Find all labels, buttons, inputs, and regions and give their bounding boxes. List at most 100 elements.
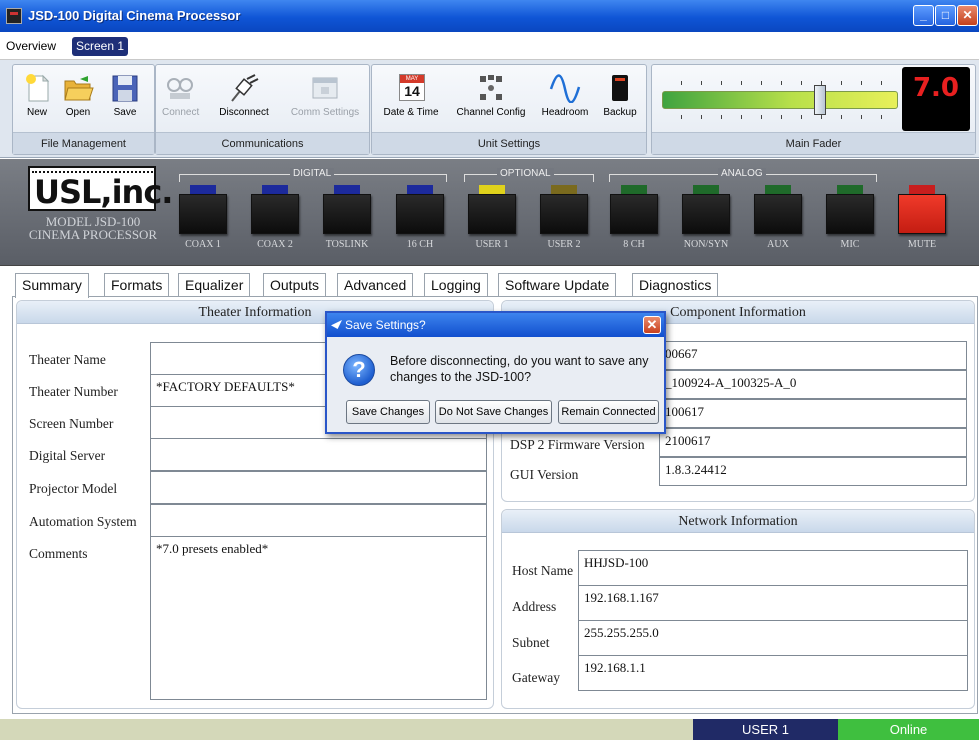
channel-button-coax-2[interactable]: COAX 2: [251, 185, 299, 250]
channel-key[interactable]: [826, 194, 874, 234]
tab-summary[interactable]: Summary: [15, 273, 89, 298]
connect-label: Connect: [162, 107, 200, 118]
tab-equalizer[interactable]: Equalizer: [178, 273, 251, 296]
date-time-button[interactable]: MAY 14 Date & Time: [382, 73, 440, 118]
channel-label: USER 2: [547, 239, 581, 250]
comm-settings-label: Comm Settings: [290, 107, 360, 118]
channel-key[interactable]: [251, 194, 299, 234]
channel-key[interactable]: [898, 194, 946, 234]
close-button[interactable]: ✕: [957, 5, 978, 26]
open-folder-icon: [62, 73, 94, 103]
tab-logging[interactable]: Logging: [424, 273, 488, 296]
comments-field[interactable]: *7.0 presets enabled*: [150, 536, 487, 700]
component-field-3[interactable]: 100617: [659, 399, 967, 428]
channel-panel: USL,inc. MODEL JSD-100 CINEMA PROCESSOR …: [0, 159, 979, 266]
do-not-save-changes-button[interactable]: Do Not Save Changes: [435, 400, 552, 424]
component-field-1[interactable]: 00667: [659, 341, 967, 370]
connection-status: Online: [838, 719, 979, 740]
tab-advanced[interactable]: Advanced: [337, 273, 414, 296]
channel-key[interactable]: [610, 194, 658, 234]
network-information-heading: Network Information: [502, 510, 974, 533]
fader-handle[interactable]: [814, 85, 827, 115]
dialog-message: Before disconnecting, do you want to sav…: [390, 354, 649, 384]
gui-version-label: GUI Version: [510, 467, 579, 482]
channel-config-button[interactable]: Channel Config: [456, 73, 526, 118]
channel-key[interactable]: [323, 194, 371, 234]
backup-device-icon: [604, 73, 636, 103]
save-changes-button[interactable]: Save Changes: [346, 400, 430, 424]
channel-key[interactable]: [468, 194, 516, 234]
channel-button-16-ch[interactable]: 16 CH: [396, 185, 444, 250]
channel-button-coax-1[interactable]: COAX 1: [179, 185, 227, 250]
disconnect-button[interactable]: Disconnect: [216, 73, 272, 118]
dialog-app-icon: [331, 320, 342, 329]
optional-section-label: OPTIONAL: [497, 168, 554, 179]
channel-label: COAX 2: [257, 239, 293, 250]
open-button[interactable]: Open: [61, 73, 95, 118]
screen-tab-screen-1[interactable]: Screen 1: [72, 37, 129, 56]
tab-diagnostics[interactable]: Diagnostics: [632, 273, 719, 296]
channel-config-label: Channel Config: [456, 107, 526, 118]
channel-label: TOSLINK: [325, 239, 369, 250]
channel-led: [621, 185, 647, 194]
remain-connected-button[interactable]: Remain Connected: [558, 400, 659, 424]
comm-settings-button[interactable]: Comm Settings: [284, 73, 366, 118]
channel-key[interactable]: [540, 194, 588, 234]
channel-button-mute[interactable]: MUTE: [898, 185, 946, 250]
channel-label: USER 1: [475, 239, 509, 250]
minimize-button[interactable]: _: [913, 5, 934, 26]
comm-settings-window-icon: [309, 73, 341, 103]
subnet-field[interactable]: 255.255.255.0: [578, 620, 968, 656]
channel-key[interactable]: [682, 194, 730, 234]
channel-key[interactable]: [179, 194, 227, 234]
save-button[interactable]: Save: [109, 73, 141, 118]
gateway-label: Gateway: [512, 670, 560, 685]
channel-button-toslink[interactable]: TOSLINK: [323, 185, 371, 250]
backup-button[interactable]: Backup: [600, 73, 640, 118]
gateway-field[interactable]: 192.168.1.1: [578, 655, 968, 691]
file-management-group: New Open Save File Management: [12, 64, 155, 155]
digital-server-field[interactable]: [150, 438, 487, 471]
automation-system-label: Automation System: [29, 514, 137, 529]
ribbon-toolbar: New Open Save File Management Connect Di…: [0, 60, 979, 158]
theater-name-label: Theater Name: [29, 352, 106, 367]
automation-system-field[interactable]: [150, 504, 487, 537]
new-file-icon: [21, 73, 53, 103]
channel-button-user-2[interactable]: USER 2: [540, 185, 588, 250]
channel-label: MUTE: [907, 239, 937, 250]
new-label: New: [26, 107, 47, 118]
tab-software-update[interactable]: Software Update: [498, 273, 617, 296]
connect-button[interactable]: Connect: [162, 73, 200, 118]
channel-button-non-syn[interactable]: NON/SYN: [682, 185, 730, 250]
host-name-field[interactable]: HHJSD-100: [578, 550, 968, 586]
address-field[interactable]: 192.168.1.167: [578, 585, 968, 621]
fader-scale: [662, 81, 898, 121]
channel-button-mic[interactable]: MIC: [826, 185, 874, 250]
maximize-button[interactable]: □: [935, 5, 956, 26]
channel-key[interactable]: [396, 194, 444, 234]
channel-key[interactable]: [754, 194, 802, 234]
headroom-button[interactable]: Headroom: [538, 73, 592, 118]
channel-button-user-1[interactable]: USER 1: [468, 185, 516, 250]
calendar-icon: MAY 14: [395, 73, 427, 103]
usl-logo: USL,inc.: [28, 166, 173, 211]
dsp2-firmware-field[interactable]: 2100617: [659, 428, 967, 457]
channel-button-aux[interactable]: AUX: [754, 185, 802, 250]
new-button[interactable]: New: [21, 73, 53, 118]
tab-formats[interactable]: Formats: [104, 273, 170, 296]
channel-label: COAX 1: [185, 239, 221, 250]
channel-led: [837, 185, 863, 194]
dialog-close-button[interactable]: ✕: [643, 316, 661, 334]
screen-tab-overview[interactable]: Overview: [2, 37, 60, 56]
gui-version-field[interactable]: 1.8.3.24412: [659, 457, 967, 486]
dialog-title-bar: Save Settings? ✕: [327, 313, 664, 337]
projector-model-field[interactable]: [150, 471, 487, 504]
address-label: Address: [512, 599, 557, 614]
channel-led: [407, 185, 433, 194]
date-time-label: Date & Time: [383, 107, 439, 118]
active-preset-status: USER 1: [693, 719, 838, 740]
tab-outputs[interactable]: Outputs: [263, 273, 327, 296]
component-field-2[interactable]: _100924-A_100325-A_0: [659, 370, 967, 399]
unit-settings-group: MAY 14 Date & Time Channel Config Headro…: [371, 64, 647, 155]
channel-button-8-ch[interactable]: 8 CH: [610, 185, 658, 250]
